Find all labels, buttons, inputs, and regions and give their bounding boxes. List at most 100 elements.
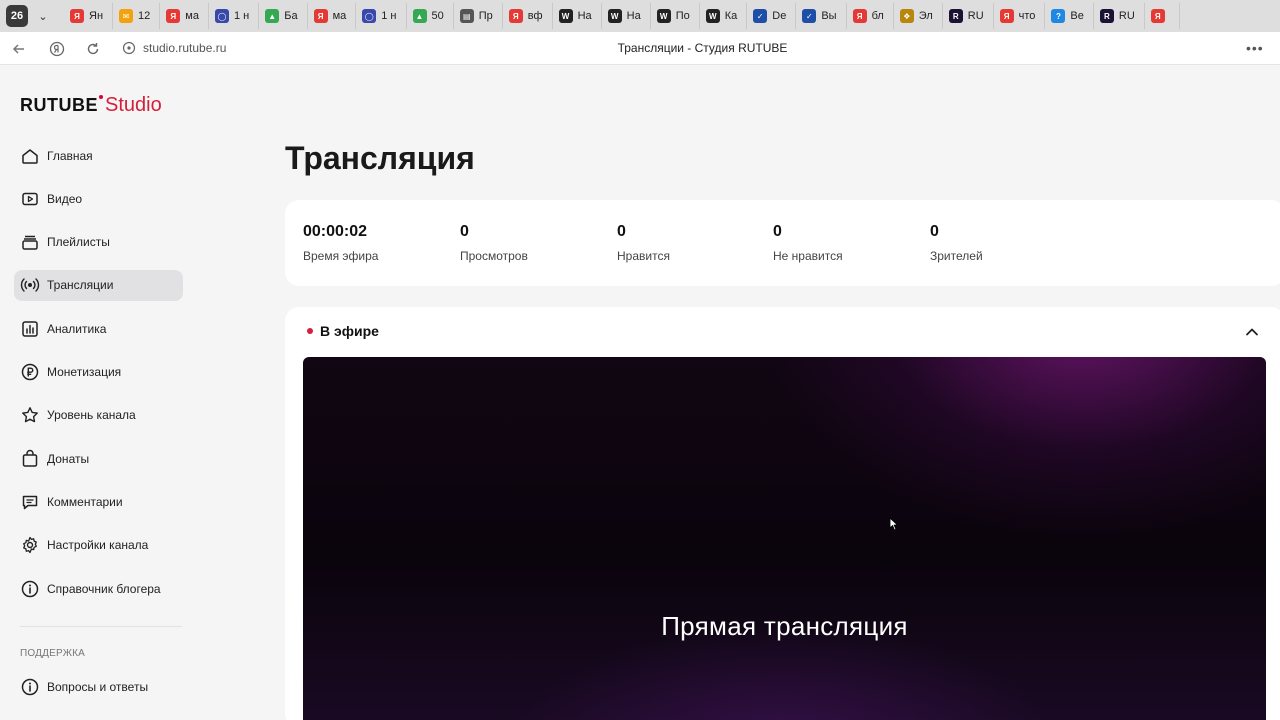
- sidebar-item[interactable]: Главная: [14, 140, 183, 171]
- sidebar-item-label: Монетизация: [47, 365, 122, 379]
- browser-tab-label: ма: [185, 10, 199, 22]
- browser-tab[interactable]: Яма: [308, 3, 357, 29]
- sidebar-item[interactable]: Настройки канала: [14, 530, 183, 561]
- sidebar-item-label: Вопросы и ответы: [47, 679, 149, 694]
- rutube-icon: R: [1099, 9, 1114, 23]
- analytics-icon: [22, 320, 38, 337]
- stat-value: 0: [930, 223, 939, 240]
- browser-tab[interactable]: W По: [651, 3, 700, 29]
- browser-tab[interactable]: R RU: [1094, 3, 1145, 29]
- sidebar-item-label: Донаты: [47, 451, 90, 466]
- gear-icon: [23, 537, 37, 554]
- stat-value: 0: [617, 223, 626, 240]
- browser-tab[interactable]: Явф: [503, 3, 553, 29]
- sidebar-item[interactable]: Трансляции: [14, 269, 183, 301]
- browser-tab[interactable]: ◯ 1 н: [356, 3, 407, 29]
- browser-tab[interactable]: ✓ De: [747, 3, 797, 29]
- yandex-icon: Я: [852, 9, 867, 23]
- yandex-icon: Я: [999, 9, 1014, 23]
- wiki-icon: W: [656, 9, 671, 23]
- browser-tab-label: Эл: [918, 10, 933, 22]
- stat-label: Зрителей: [930, 249, 983, 263]
- browser-tab[interactable]: ? Ве: [1045, 3, 1094, 29]
- sidebar-item-label: Трансляции: [47, 278, 114, 293]
- live-indicator-dot: [307, 328, 313, 334]
- browser-tab-label: 1 н: [381, 10, 397, 22]
- browser-tab[interactable]: W На: [602, 3, 651, 29]
- wiki-icon: W: [558, 9, 573, 23]
- sidebar: RUTUBE Studio Главная Видео Плейлисты Транс…: [0, 66, 200, 720]
- browser-tab[interactable]: Ябл: [847, 3, 894, 29]
- sidebar-item[interactable]: Уровень канала: [14, 400, 183, 431]
- browser-tab[interactable]: W Ка: [700, 3, 748, 29]
- browser-tab[interactable]: W На: [553, 3, 602, 29]
- browser-tab[interactable]: ❖ Эл: [894, 3, 943, 29]
- stat-label: Не нравится: [773, 249, 843, 263]
- page-title: Трансляции - Студия RUTUBE: [617, 41, 788, 55]
- browser-tab[interactable]: Яма: [160, 3, 209, 29]
- sidebar-item-label: Аналитика: [47, 321, 107, 336]
- sidebar-item-label: Уровень канала: [47, 408, 136, 423]
- browser-tab-label: На: [577, 10, 592, 22]
- browser-tab-label: Ба: [284, 10, 298, 22]
- sidebar-item-label: Главная: [47, 148, 93, 163]
- deepl-icon: ✓: [753, 9, 768, 23]
- browser-tab[interactable]: Я: [1145, 3, 1180, 29]
- deepl-icon: ✓: [802, 9, 817, 23]
- browser-tab[interactable]: ▲ Ба: [259, 3, 308, 29]
- address-bar: studio.rutube.ru Трансляции - Студия RUT…: [0, 32, 1280, 65]
- drive-icon: ▲: [265, 9, 280, 23]
- sidebar-item[interactable]: Донаты: [14, 443, 183, 474]
- sidebar-divider: [20, 626, 182, 627]
- ring-icon: ◯: [362, 9, 377, 23]
- sidebar-item[interactable]: Справочник блогера: [14, 573, 183, 604]
- emblem-icon: ❖: [899, 9, 914, 23]
- stat-label: Нравится: [617, 249, 670, 263]
- live-status-label: В эфире: [320, 323, 379, 339]
- stat-label: Время эфира: [303, 249, 379, 263]
- gift-icon: [22, 449, 38, 467]
- browser-tab[interactable]: ▤ Пр: [454, 3, 503, 29]
- browser-tab-label: По: [675, 10, 690, 22]
- doc-icon: ▤: [459, 9, 474, 23]
- browser-tab-label: Ян: [89, 10, 104, 22]
- browser-tab[interactable]: ✉ 12: [113, 3, 161, 29]
- sidebar-item[interactable]: Вопросы и ответы: [14, 671, 183, 702]
- browser-tab[interactable]: Я Ян: [64, 3, 114, 29]
- yandex-icon: Я: [508, 9, 523, 23]
- yandex-icon: Я: [1150, 9, 1165, 23]
- mouse-cursor-icon: [889, 516, 899, 531]
- browser-tab[interactable]: ◯ 1 н: [209, 3, 260, 29]
- mail-icon: ✉: [119, 9, 134, 23]
- sidebar-item[interactable]: Плейлисты: [14, 227, 183, 258]
- sidebar-item[interactable]: Комментарии: [14, 486, 183, 517]
- chevron-up-icon[interactable]: [1242, 322, 1262, 342]
- stat-label: Просмотров: [460, 249, 528, 263]
- stat-value: 00:00:02: [303, 223, 368, 240]
- chevron-down-icon[interactable]: ⌄: [34, 10, 52, 23]
- browser-tab-label: De: [772, 10, 787, 22]
- broadcast-icon: [20, 278, 40, 293]
- sidebar-item-label: Справочник блогера: [47, 581, 161, 596]
- browser-tab-label: RU: [1118, 10, 1135, 22]
- live-video-player[interactable]: Прямая трансляция: [303, 357, 1266, 720]
- browser-tab[interactable]: R RU: [943, 3, 994, 29]
- browser-tab[interactable]: ✓ Вы: [796, 3, 847, 29]
- support-section-label: ПОДДЕРЖКА: [20, 648, 86, 659]
- tab-counter[interactable]: 26: [6, 5, 28, 27]
- sidebar-item-label: Комментарии: [47, 494, 123, 509]
- more-options-icon[interactable]: •••: [1246, 40, 1264, 56]
- stat-item: 0 Просмотров: [460, 223, 528, 263]
- sidebar-item[interactable]: Монетизация: [14, 357, 183, 388]
- browser-tab-label: что: [1018, 10, 1036, 22]
- sidebar-item[interactable]: Видео: [14, 183, 183, 214]
- help-icon: [21, 678, 39, 695]
- browser-tab[interactable]: ▲ 50: [407, 3, 454, 29]
- player-title: Прямая трансляция: [661, 611, 908, 641]
- browser-tab[interactable]: Ячто: [994, 3, 1046, 29]
- browser-tab-label: Пр: [478, 10, 493, 22]
- rutube-studio-logo[interactable]: RUTUBE Studio: [20, 94, 162, 117]
- ruble-icon: [21, 363, 39, 381]
- sidebar-item[interactable]: Аналитика: [14, 313, 183, 344]
- question-icon: ?: [1051, 9, 1066, 23]
